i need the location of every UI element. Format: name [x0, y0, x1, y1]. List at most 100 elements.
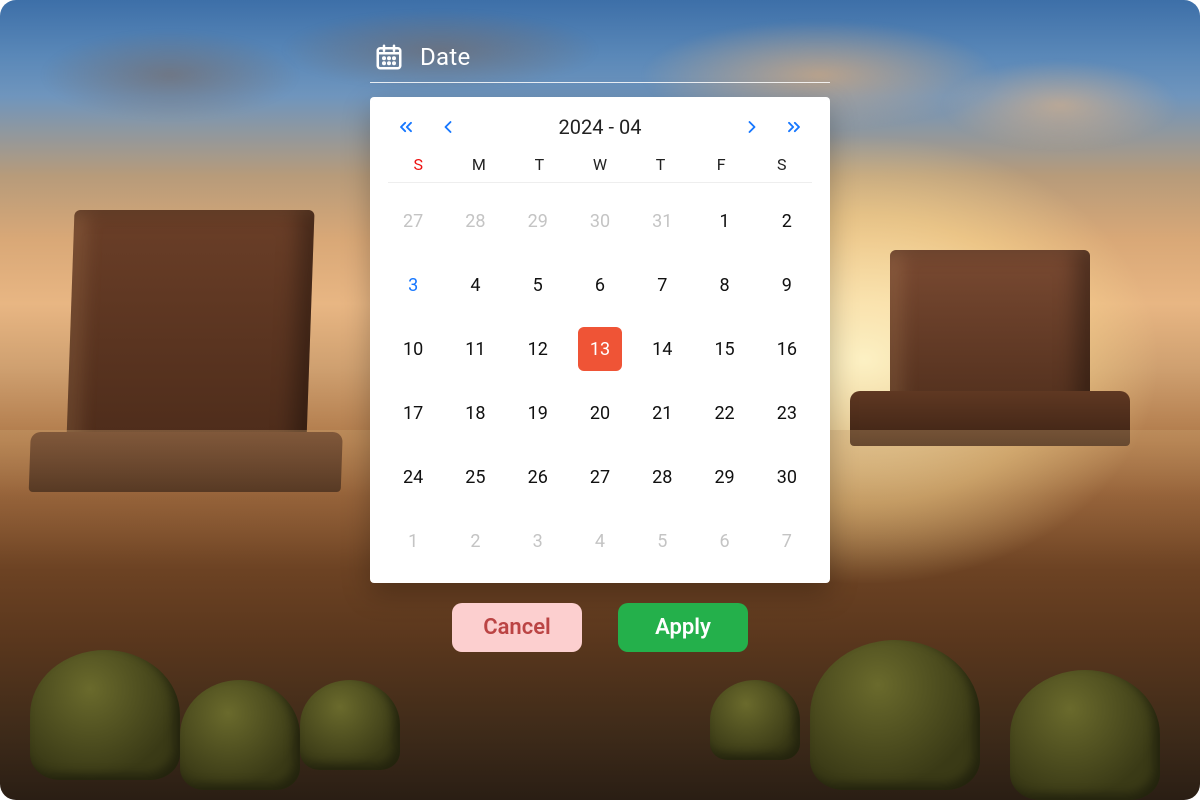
calendar-day[interactable]: 27 — [578, 455, 622, 499]
calendar-cell: 10 — [382, 317, 444, 381]
calendar-day-outside[interactable]: 3 — [516, 519, 560, 563]
calendar-cell: 1 — [382, 509, 444, 573]
calendar-cell: 15 — [693, 317, 755, 381]
prev-year-button[interactable] — [392, 113, 420, 141]
calendar-day[interactable]: 16 — [765, 327, 809, 371]
calendar-cell: 8 — [693, 253, 755, 317]
weekday-sat: S — [751, 155, 812, 174]
calendar-cell: 24 — [382, 445, 444, 509]
cancel-button[interactable]: Cancel — [452, 603, 582, 652]
calendar-cell: 4 — [569, 509, 631, 573]
calendar-cell: 2 — [756, 189, 818, 253]
calendar-day[interactable]: 23 — [765, 391, 809, 435]
date-picker-label: Date — [420, 43, 471, 71]
calendar-day[interactable]: 20 — [578, 391, 622, 435]
weekday-sun: S — [388, 155, 449, 174]
weekday-mon: M — [449, 155, 510, 174]
calendar-day-outside[interactable]: 27 — [391, 199, 435, 243]
calendar-cell: 3 — [507, 509, 569, 573]
calendar-day[interactable]: 14 — [640, 327, 684, 371]
weekday-tue: T — [509, 155, 570, 174]
calendar-day[interactable]: 21 — [640, 391, 684, 435]
calendar-cell: 18 — [444, 381, 506, 445]
calendar-cell: 14 — [631, 317, 693, 381]
next-month-button[interactable] — [738, 113, 766, 141]
calendar-day-selected[interactable]: 13 — [578, 327, 622, 371]
calendar-day[interactable]: 9 — [765, 263, 809, 307]
divider — [388, 182, 812, 183]
calendar-cell: 6 — [569, 253, 631, 317]
weekday-fri: F — [691, 155, 752, 174]
calendar-day-outside[interactable]: 7 — [765, 519, 809, 563]
calendar-day[interactable]: 2 — [765, 199, 809, 243]
calendar-day[interactable]: 15 — [703, 327, 747, 371]
calendar-cell: 25 — [444, 445, 506, 509]
chevron-right-icon — [742, 117, 762, 137]
calendar-cell: 7 — [631, 253, 693, 317]
calendar-cell: 9 — [756, 253, 818, 317]
calendar-cell: 7 — [756, 509, 818, 573]
calendar-day[interactable]: 1 — [703, 199, 747, 243]
date-picker-header: Date — [370, 40, 830, 83]
calendar-cell: 29 — [507, 189, 569, 253]
calendar-day[interactable]: 17 — [391, 391, 435, 435]
calendar-day[interactable]: 19 — [516, 391, 560, 435]
weekday-thu: T — [630, 155, 691, 174]
calendar-day-today[interactable]: 3 — [391, 263, 435, 307]
calendar-grid: 2728293031123456789101112131415161718192… — [382, 189, 818, 573]
calendar-cell: 11 — [444, 317, 506, 381]
calendar-day[interactable]: 6 — [578, 263, 622, 307]
calendar-day-outside[interactable]: 4 — [578, 519, 622, 563]
calendar-cell: 13 — [569, 317, 631, 381]
weekday-header: S M T W T F S — [382, 149, 818, 182]
calendar-day[interactable]: 8 — [703, 263, 747, 307]
calendar-day-outside[interactable]: 29 — [516, 199, 560, 243]
calendar-day[interactable]: 18 — [453, 391, 497, 435]
calendar-day-outside[interactable]: 6 — [703, 519, 747, 563]
calendar-day[interactable]: 4 — [453, 263, 497, 307]
calendar-cell: 30 — [569, 189, 631, 253]
calendar-cell: 3 — [382, 253, 444, 317]
calendar-day-outside[interactable]: 28 — [453, 199, 497, 243]
calendar-day[interactable]: 29 — [703, 455, 747, 499]
action-row: Cancel Apply — [370, 603, 830, 652]
calendar-day-outside[interactable]: 2 — [453, 519, 497, 563]
calendar-cell: 5 — [631, 509, 693, 573]
calendar-day[interactable]: 26 — [516, 455, 560, 499]
calendar-day[interactable]: 7 — [640, 263, 684, 307]
calendar-day-outside[interactable]: 1 — [391, 519, 435, 563]
calendar-cell: 20 — [569, 381, 631, 445]
chevron-double-right-icon — [784, 117, 804, 137]
calendar-cell: 4 — [444, 253, 506, 317]
next-year-button[interactable] — [780, 113, 808, 141]
weekday-wed: W — [570, 155, 631, 174]
calendar-cell: 17 — [382, 381, 444, 445]
calendar-day[interactable]: 10 — [391, 327, 435, 371]
calendar-cell: 23 — [756, 381, 818, 445]
calendar-icon — [374, 42, 404, 72]
calendar-day-outside[interactable]: 30 — [578, 199, 622, 243]
prev-month-button[interactable] — [434, 113, 462, 141]
calendar-day[interactable]: 5 — [516, 263, 560, 307]
calendar-day[interactable]: 28 — [640, 455, 684, 499]
calendar-day[interactable]: 30 — [765, 455, 809, 499]
calendar-day[interactable]: 24 — [391, 455, 435, 499]
calendar-day[interactable]: 22 — [703, 391, 747, 435]
calendar-cell: 2 — [444, 509, 506, 573]
calendar-day-outside[interactable]: 5 — [640, 519, 684, 563]
calendar-cell: 5 — [507, 253, 569, 317]
calendar-day-outside[interactable]: 31 — [640, 199, 684, 243]
calendar-cell: 19 — [507, 381, 569, 445]
calendar-cell: 30 — [756, 445, 818, 509]
date-picker: Date 2024 - 04 — [370, 40, 830, 652]
calendar-day[interactable]: 11 — [453, 327, 497, 371]
calendar-cell: 12 — [507, 317, 569, 381]
calendar-day[interactable]: 12 — [516, 327, 560, 371]
calendar-panel: 2024 - 04 S M T W T F S — [370, 97, 830, 583]
calendar-cell: 21 — [631, 381, 693, 445]
calendar-current-month[interactable]: 2024 - 04 — [559, 115, 642, 139]
chevron-double-left-icon — [396, 117, 416, 137]
apply-button[interactable]: Apply — [618, 603, 748, 652]
calendar-cell: 1 — [693, 189, 755, 253]
calendar-day[interactable]: 25 — [453, 455, 497, 499]
